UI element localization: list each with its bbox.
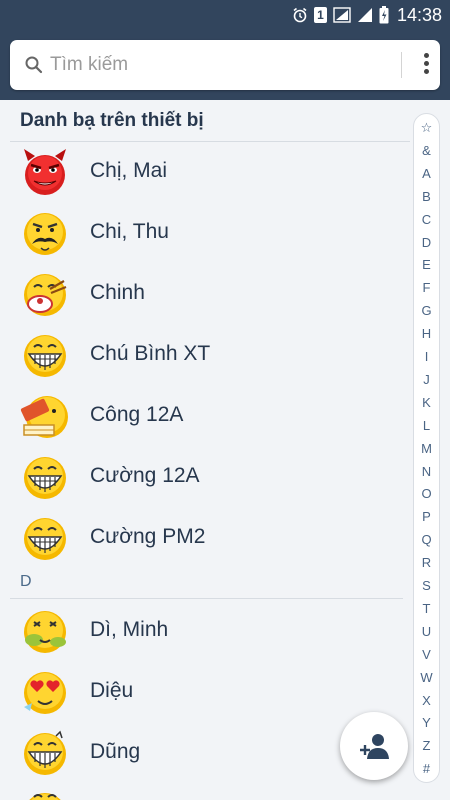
grin-emoji-avatar bbox=[24, 730, 66, 775]
signal-bars-icon bbox=[357, 8, 372, 22]
contact-row[interactable]: Dì, Minh bbox=[0, 600, 410, 661]
heart-eyes-emoji-avatar bbox=[24, 672, 66, 714]
index-letter[interactable]: W bbox=[414, 670, 439, 685]
search-divider bbox=[401, 52, 402, 78]
index-letter[interactable]: V bbox=[414, 647, 439, 662]
index-letter[interactable]: I bbox=[414, 349, 439, 364]
contact-name: Diệu bbox=[90, 679, 134, 702]
index-letter[interactable]: D bbox=[414, 235, 439, 250]
index-letter[interactable]: X bbox=[414, 693, 439, 708]
contact-name: Chú Bình XT bbox=[90, 342, 211, 365]
contact-name: Công 12A bbox=[90, 403, 184, 426]
index-letter[interactable]: # bbox=[414, 761, 439, 776]
alphabet-index-bar[interactable]: ☆ & A B C D E F G H I J K L M N O P Q R S T U V W X Y Z # bbox=[413, 113, 440, 783]
index-letter[interactable]: Y bbox=[414, 715, 439, 730]
section-letter: D bbox=[20, 573, 32, 590]
contact-row[interactable]: Chị, Mai bbox=[0, 141, 410, 202]
grin-emoji-avatar bbox=[24, 518, 66, 560]
index-letter[interactable]: O bbox=[414, 486, 439, 501]
add-contact-button[interactable] bbox=[340, 712, 408, 780]
index-letter[interactable]: S bbox=[414, 578, 439, 593]
index-letter[interactable]: H bbox=[414, 326, 439, 341]
alarm-icon bbox=[293, 7, 307, 23]
contact-name: Dũng bbox=[90, 740, 141, 763]
index-letter[interactable]: L bbox=[414, 418, 439, 433]
eating-emoji-avatar bbox=[24, 274, 67, 316]
contact-name: Cường PM2 bbox=[90, 525, 206, 548]
section-header-d: D bbox=[10, 568, 403, 599]
search-icon bbox=[25, 56, 43, 74]
search-input[interactable] bbox=[50, 52, 380, 78]
contact-row[interactable]: Chú Bình XT bbox=[0, 324, 410, 385]
index-letter[interactable]: B bbox=[414, 189, 439, 204]
add-contact-icon bbox=[360, 734, 389, 759]
index-letter[interactable]: G bbox=[414, 303, 439, 318]
battery-charging-icon bbox=[379, 6, 389, 24]
index-letter[interactable]: T bbox=[414, 601, 439, 616]
contact-row[interactable]: Diệu bbox=[0, 661, 410, 722]
index-letter[interactable]: R bbox=[414, 555, 439, 570]
status-icons: 1 14:38 bbox=[292, 5, 442, 25]
index-letter[interactable]: Q bbox=[414, 532, 439, 547]
partial-avatar bbox=[29, 793, 61, 800]
section-header-device-contacts: Danh bạ trên thiết bị bbox=[10, 100, 410, 142]
index-letter[interactable]: C bbox=[414, 212, 439, 227]
index-letter[interactable]: E bbox=[414, 257, 439, 272]
contact-name: Chị, Mai bbox=[90, 159, 168, 182]
sick-emoji-avatar bbox=[24, 611, 66, 653]
index-letter[interactable]: N bbox=[414, 464, 439, 479]
index-letter[interactable]: K bbox=[414, 395, 439, 410]
index-letter[interactable]: U bbox=[414, 624, 439, 639]
index-letter[interactable]: F bbox=[414, 280, 439, 295]
more-options-icon[interactable] bbox=[418, 53, 434, 77]
contact-row[interactable]: Cường 12A bbox=[0, 446, 410, 507]
status-bar: 1 14:38 bbox=[0, 0, 450, 30]
search-bar[interactable] bbox=[10, 40, 440, 90]
sim-card-icon: 1 bbox=[313, 7, 327, 23]
index-letter[interactable]: Z bbox=[414, 738, 439, 753]
contact-row[interactable]: Chi, Thu bbox=[0, 202, 410, 263]
index-letter[interactable]: M bbox=[414, 441, 439, 456]
contact-row[interactable]: Chinh bbox=[0, 263, 410, 324]
index-letter[interactable]: J bbox=[414, 372, 439, 387]
status-time: 14:38 bbox=[396, 4, 442, 25]
grin-emoji-avatar bbox=[24, 457, 66, 499]
contact-name: Cường 12A bbox=[90, 464, 200, 487]
contact-row[interactable]: Công 12A bbox=[0, 385, 410, 446]
index-letter[interactable]: P bbox=[414, 509, 439, 524]
index-letter[interactable]: & bbox=[414, 143, 439, 158]
signal-icon bbox=[333, 7, 351, 23]
contact-name: Chinh bbox=[90, 281, 145, 304]
contact-row[interactable]: Cường PM2 bbox=[0, 507, 410, 568]
grin-emoji-avatar bbox=[24, 335, 66, 377]
devil-emoji-avatar bbox=[24, 149, 66, 195]
index-letter[interactable]: ☆ bbox=[414, 120, 439, 136]
book-emoji-avatar bbox=[20, 396, 68, 438]
section-title: Danh bạ trên thiết bị bbox=[20, 110, 204, 131]
contact-name: Dì, Minh bbox=[90, 618, 169, 641]
app-header bbox=[0, 30, 450, 100]
contact-name: Chi, Thu bbox=[90, 220, 169, 243]
mustache-emoji-avatar bbox=[24, 213, 66, 255]
index-letter[interactable]: A bbox=[414, 166, 439, 181]
